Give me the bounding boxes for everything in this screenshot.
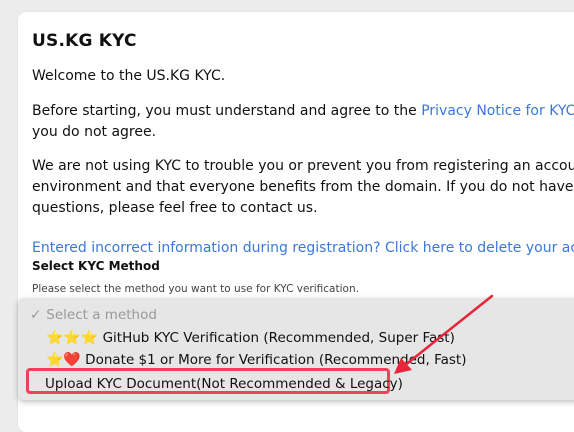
option-upload-label: Upload KYC Document(Not Recommended & Le… xyxy=(45,376,403,392)
section-hint: Please select the method you want to use… xyxy=(32,283,359,295)
purpose-line-3: questions, please feel free to contact u… xyxy=(32,200,318,216)
privacy-notice-link[interactable]: Privacy Notice for KYC xyxy=(421,103,574,119)
purpose-line-2: environment and that everyone benefits f… xyxy=(32,179,574,195)
option-donate-label: Donate $1 or More for Verification (Reco… xyxy=(85,352,467,368)
option-github-kyc[interactable]: ⭐⭐⭐ GitHub KYC Verification (Recommended… xyxy=(46,330,455,346)
option-github-label: GitHub KYC Verification (Recommended, Su… xyxy=(102,330,455,346)
placeholder-label: Select a method xyxy=(46,307,157,323)
section-title: Select KYC Method xyxy=(32,259,160,273)
dropdown-placeholder-option[interactable]: ✓ Select a method xyxy=(30,307,157,323)
agree-prefix: Before starting, you must understand and… xyxy=(32,103,422,119)
welcome-text: Welcome to the US.KG KYC. xyxy=(32,68,226,84)
star-heart-icons: ⭐❤️ xyxy=(46,352,81,368)
agree-line: Before starting, you must understand and… xyxy=(32,100,574,122)
option-upload-document[interactable]: Upload KYC Document(Not Recommended & Le… xyxy=(26,368,403,394)
page-title: US.KG KYC xyxy=(32,31,137,51)
check-icon: ✓ xyxy=(30,307,42,323)
agree-line-2: you do not agree. xyxy=(32,124,157,140)
purpose-line-1: We are not using KYC to trouble you or p… xyxy=(32,158,574,174)
option-donate[interactable]: ⭐❤️ Donate $1 or More for Verification (… xyxy=(46,352,466,368)
delete-account-link[interactable]: Entered incorrect information during reg… xyxy=(32,237,574,259)
star-icons: ⭐⭐⭐ xyxy=(46,330,99,346)
